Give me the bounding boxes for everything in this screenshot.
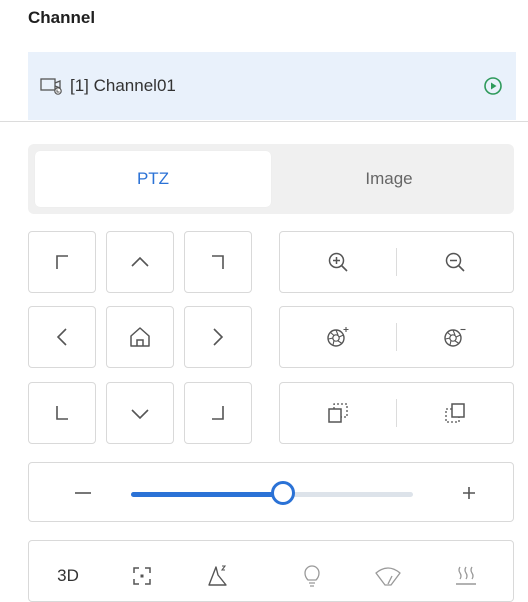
focus-area-button[interactable] [125,559,159,593]
pan-down-button[interactable] [106,382,174,444]
zoom-controls [279,231,514,293]
tab-image[interactable]: Image [271,151,507,207]
corner-down-left-icon [56,406,68,420]
heater-button[interactable] [449,559,483,593]
wiper-toggle-button[interactable] [371,559,405,593]
iris-close-button[interactable] [397,383,513,443]
pan-up-button[interactable] [106,231,174,293]
iris-controls [279,382,514,444]
play-icon[interactable] [482,75,504,97]
pan-down-right-button[interactable] [184,382,252,444]
zoom-out-button[interactable] [397,232,513,292]
home-button[interactable] [106,306,174,368]
focus-controls [279,306,514,368]
tab-ptz[interactable]: PTZ [35,151,271,207]
zoom-in-button[interactable] [280,232,396,292]
shrink-frame-icon [445,403,465,423]
chevron-right-icon [213,328,224,346]
lightbulb-icon [304,565,320,587]
speed-decrease-button[interactable] [69,477,97,507]
zoom-in-icon [328,252,348,272]
chevron-left-icon [56,328,67,346]
pan-down-left-button[interactable] [28,382,96,444]
light-button[interactable] [295,559,329,593]
channel-label: [1] Channel01 [70,76,176,95]
speed-slider-fill [131,492,284,497]
corner-up-left-icon [56,255,68,269]
wiper-button[interactable] [201,559,235,593]
speed-slider-thumb[interactable] [271,481,296,505]
pan-up-left-button[interactable] [28,231,96,293]
aperture-plus-icon [327,327,349,347]
focus-near-button[interactable] [280,307,396,367]
expand-frame-icon [328,403,348,423]
ptz-toolbar: 3D [28,540,514,602]
wiper-icon [375,567,401,586]
focus-far-button[interactable] [397,307,513,367]
tab-bar: PTZ Image [28,144,514,214]
divider [0,121,528,122]
chevron-up-icon [131,256,149,267]
focus-target-icon [133,567,151,585]
channel-row[interactable]: [1] Channel01 [28,52,516,120]
pan-left-button[interactable] [28,306,96,368]
heater-icon [456,566,476,585]
zoom-out-icon [445,252,465,272]
corner-up-right-icon [212,255,224,269]
plus-icon [463,487,475,499]
chevron-down-icon [131,409,149,420]
speed-slider-track[interactable] [131,481,413,505]
3d-positioning-button[interactable]: 3D [51,559,85,593]
aperture-minus-icon [444,328,466,347]
corner-down-right-icon [212,406,224,420]
speed-slider-box [28,462,514,522]
section-title: Channel [28,8,96,27]
speed-increase-button[interactable] [455,477,483,507]
camera-icon [40,75,64,97]
pan-up-right-button[interactable] [184,231,252,293]
minus-icon [75,492,91,494]
auto-track-icon [208,565,227,586]
home-icon [130,327,150,347]
pan-right-button[interactable] [184,306,252,368]
iris-open-button[interactable] [280,383,396,443]
